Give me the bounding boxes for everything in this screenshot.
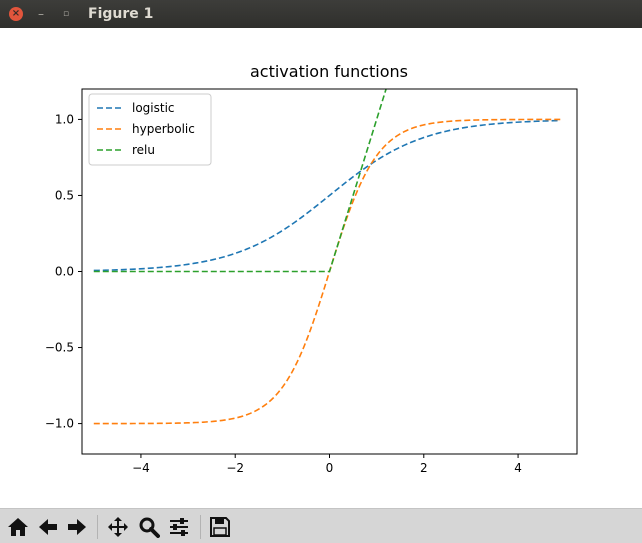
y-tick-label: 0.0	[55, 265, 74, 279]
legend-label-logistic: logistic	[132, 101, 175, 115]
y-tick-label: −1.0	[45, 417, 74, 431]
back-button[interactable]	[35, 514, 61, 540]
y-tick-label: 0.5	[55, 188, 74, 202]
home-icon	[8, 518, 28, 536]
y-tick-label: −0.5	[45, 341, 74, 355]
sliders-icon	[170, 518, 188, 536]
y-tick-label: 1.0	[55, 112, 74, 126]
legend-label-relu: relu	[132, 143, 155, 157]
legend-label-hyperbolic: hyperbolic	[132, 122, 195, 136]
x-tick-label: 4	[514, 461, 522, 475]
toolbar-separator	[97, 515, 98, 539]
plot-svg: activation functions −4 −2 0 2 4 −1.0 −0.5 0.0 0…	[45, 62, 578, 475]
chart-title: activation functions	[250, 62, 408, 81]
window-maximize-button[interactable]: ▫	[59, 7, 73, 21]
configure-subplots-button[interactable]	[166, 514, 192, 540]
home-button[interactable]	[5, 514, 31, 540]
save-button[interactable]	[207, 514, 233, 540]
window-close-button[interactable]: ×	[9, 7, 23, 21]
window-titlebar: × – ▫ Figure 1	[0, 0, 642, 28]
zoom-button[interactable]	[136, 514, 162, 540]
move-icon	[108, 517, 128, 537]
navigation-toolbar	[0, 508, 642, 543]
window-title: Figure 1	[88, 6, 154, 22]
figure-canvas[interactable]: activation functions −4 −2 0 2 4 −1.0 −0.5 0.0 0…	[0, 28, 642, 508]
save-icon	[210, 517, 230, 537]
arrow-right-icon	[68, 519, 86, 535]
x-tick-label: 0	[326, 461, 334, 475]
arrow-left-icon	[39, 519, 57, 535]
toolbar-separator	[200, 515, 201, 539]
window-minimize-button[interactable]: –	[34, 7, 48, 21]
x-tick-label: 2	[420, 461, 428, 475]
x-tick-label: −2	[226, 461, 244, 475]
x-tick-label: −4	[132, 461, 150, 475]
forward-button[interactable]	[64, 514, 90, 540]
pan-button[interactable]	[105, 514, 131, 540]
zoom-icon	[139, 517, 160, 538]
